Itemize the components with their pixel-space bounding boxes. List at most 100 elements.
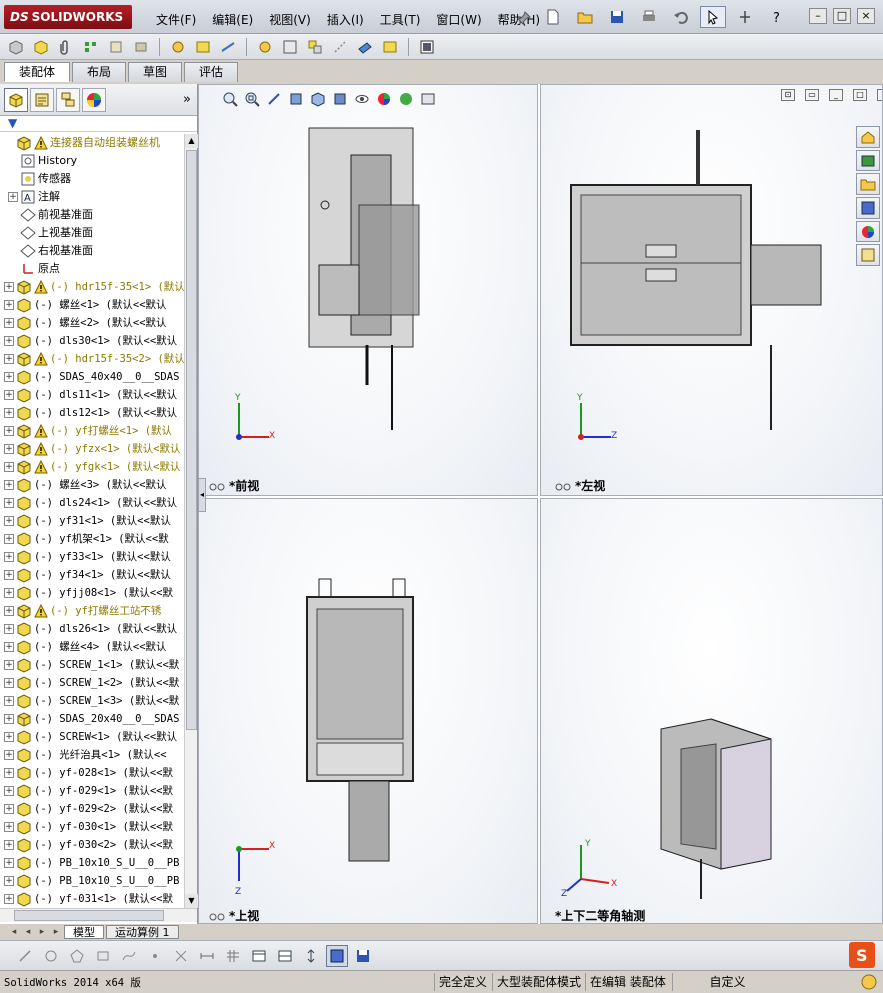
- expand-icon[interactable]: +: [4, 624, 14, 634]
- tree-component-item[interactable]: + (-) dls26<1> (默认<<默认: [0, 620, 184, 638]
- expand-icon[interactable]: +: [4, 354, 14, 364]
- next-tab-arrow-icon[interactable]: ▸: [36, 927, 48, 937]
- tree-component-item[interactable]: + (-) yf打螺丝工站不锈: [0, 602, 184, 620]
- graphics-area[interactable]: Y X *前视 Y Z *左视 ⊡ ▭ _ □ Z X *上视 Y X Z *上…: [198, 84, 883, 924]
- line-tool-button[interactable]: [14, 945, 36, 967]
- expand-icon[interactable]: +: [4, 732, 14, 742]
- tree-component-item[interactable]: + (-) yf31<1> (默认<<默认: [0, 512, 184, 530]
- expand-icon[interactable]: +: [4, 768, 14, 778]
- design-library-tab[interactable]: [856, 149, 880, 172]
- tree-component-item[interactable]: + (-) dls12<1> (默认<<默认: [0, 404, 184, 422]
- menu-file[interactable]: 文件(F): [148, 9, 204, 30]
- maximize-viewport-button[interactable]: □: [853, 89, 867, 101]
- show-hidden-button[interactable]: [168, 37, 188, 57]
- tree-component-item[interactable]: + (-) SCREW_1<1> (默认<<默: [0, 656, 184, 674]
- exploded-view-button[interactable]: [305, 37, 325, 57]
- dimension-tool-button[interactable]: [196, 945, 218, 967]
- new-button[interactable]: [540, 6, 566, 28]
- restore-viewport-button[interactable]: ▭: [805, 89, 819, 101]
- tree-component-item[interactable]: + (-) SDAS_20x40__0__SDAS: [0, 710, 184, 728]
- view-palette-tab[interactable]: [856, 197, 880, 219]
- status-units-custom[interactable]: 自定义: [672, 973, 782, 991]
- menu-window[interactable]: 窗口(W): [428, 9, 489, 30]
- assembly-features-button[interactable]: [193, 37, 213, 57]
- expand-icon[interactable]: +: [8, 192, 18, 202]
- expand-icon[interactable]: +: [4, 570, 14, 580]
- tree-component-item[interactable]: + (-) yf打螺丝<1> (默认: [0, 422, 184, 440]
- property-manager-tab[interactable]: [30, 87, 54, 112]
- tree-component-item[interactable]: + (-) dls24<1> (默认<<默认: [0, 494, 184, 512]
- expand-icon[interactable]: +: [4, 822, 14, 832]
- first-tab-arrow-icon[interactable]: ◂: [8, 927, 20, 937]
- expand-icon[interactable]: +: [4, 534, 14, 544]
- tab-evaluate[interactable]: 评估: [184, 62, 239, 82]
- rebuild-button[interactable]: [732, 6, 758, 28]
- insert-component-button[interactable]: [6, 37, 26, 57]
- hscroll-thumb[interactable]: [14, 910, 164, 921]
- tab-motion-study[interactable]: 运动算例 1: [106, 925, 179, 939]
- filter-icon[interactable]: ▼: [8, 116, 17, 130]
- expand-icon[interactable]: +: [4, 714, 14, 724]
- tree-feature-item[interactable]: 传感器: [0, 170, 184, 188]
- expand-icon[interactable]: +: [4, 426, 14, 436]
- tree-feature-item[interactable]: 右视基准面: [0, 242, 184, 260]
- point-tool-button[interactable]: [144, 945, 166, 967]
- configuration-manager-tab[interactable]: [56, 87, 80, 112]
- tree-horizontal-scrollbar[interactable]: [0, 908, 197, 922]
- tree-component-item[interactable]: + (-) yfzx<1> (默认<默认: [0, 440, 184, 458]
- tree-feature-item[interactable]: + A 注解: [0, 188, 184, 206]
- explode-line-sketch-button[interactable]: [330, 37, 350, 57]
- close-viewport-button[interactable]: ×: [877, 89, 882, 101]
- tree-component-item[interactable]: + (-) SDAS_40x40__0__SDAS: [0, 368, 184, 386]
- tree-component-item[interactable]: + (-) yfgk<1> (默认<默认: [0, 458, 184, 476]
- tree-component-item[interactable]: + (-) SCREW<1> (默认<<默认: [0, 728, 184, 746]
- expand-icon[interactable]: +: [4, 516, 14, 526]
- open-button[interactable]: [572, 6, 598, 28]
- solidworks-resources-tab[interactable]: [856, 126, 880, 148]
- tree-feature-item[interactable]: History: [0, 152, 184, 170]
- expand-icon[interactable]: +: [4, 318, 14, 328]
- tab-sketch[interactable]: 草图: [128, 62, 183, 82]
- feature-tree-tab[interactable]: [4, 87, 28, 112]
- tree-component-item[interactable]: + (-) hdr15f-35<1> (默认: [0, 278, 184, 296]
- maximize-button[interactable]: □: [833, 8, 851, 24]
- move-triad-button[interactable]: [300, 945, 322, 967]
- mate-button[interactable]: [56, 37, 76, 57]
- help-icon[interactable]: [861, 974, 877, 990]
- tree-component-item[interactable]: + (-) yf-031<1> (默认<<默: [0, 890, 184, 908]
- polygon-tool-button[interactable]: [66, 945, 88, 967]
- expand-icon[interactable]: +: [4, 282, 14, 292]
- tree-component-item[interactable]: + (-) yf-029<1> (默认<<默: [0, 782, 184, 800]
- expand-icon[interactable]: +: [4, 588, 14, 598]
- panel-collapse-handle[interactable]: ◂: [198, 478, 206, 512]
- link-views-button[interactable]: ⊡: [781, 89, 795, 101]
- options-button[interactable]: [417, 37, 437, 57]
- move-component-button[interactable]: [131, 37, 151, 57]
- expand-icon[interactable]: +: [4, 840, 14, 850]
- expand-icon[interactable]: +: [4, 408, 14, 418]
- tab-assembly[interactable]: 装配体: [4, 62, 71, 82]
- help-button[interactable]: ?: [764, 6, 790, 28]
- expand-icon[interactable]: +: [4, 786, 14, 796]
- minimize-button[interactable]: –: [809, 8, 827, 24]
- scroll-down-arrow-icon[interactable]: ▼: [185, 894, 198, 908]
- table-tool-button[interactable]: [248, 945, 270, 967]
- grid-toggle-button[interactable]: [222, 945, 244, 967]
- tree-component-item[interactable]: + (-) dls30<1> (默认<<默认: [0, 332, 184, 350]
- menu-insert[interactable]: 插入(I): [319, 9, 372, 30]
- tab-layout[interactable]: 布局: [72, 62, 127, 82]
- tree-feature-item[interactable]: 前视基准面: [0, 206, 184, 224]
- expand-icon[interactable]: +: [4, 444, 14, 454]
- tree-component-item[interactable]: + (-) 螺丝<4> (默认<<默认: [0, 638, 184, 656]
- expand-icon[interactable]: +: [4, 336, 14, 346]
- tree-feature-item[interactable]: 原点: [0, 260, 184, 278]
- tree-component-item[interactable]: + (-) yf-029<2> (默认<<默: [0, 800, 184, 818]
- tree-component-item[interactable]: + (-) PB_10x10_S_U__0__PB: [0, 854, 184, 872]
- spline-tool-button[interactable]: [118, 945, 140, 967]
- rectangle-tool-button[interactable]: [92, 945, 114, 967]
- minimize-viewport-button[interactable]: _: [829, 89, 843, 101]
- tree-vertical-scrollbar[interactable]: ▲ ▼: [184, 134, 198, 908]
- expand-icon[interactable]: +: [4, 696, 14, 706]
- expand-icon[interactable]: +: [4, 372, 14, 382]
- s-app-logo-icon[interactable]: S: [849, 942, 875, 968]
